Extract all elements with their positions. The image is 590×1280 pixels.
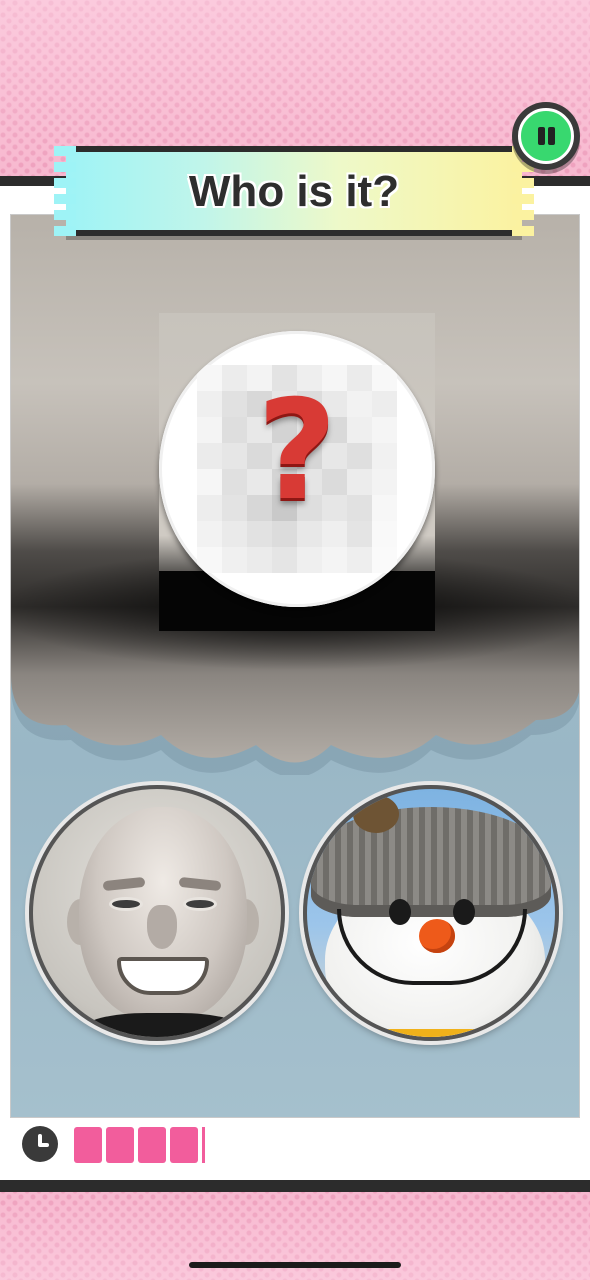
game-card: ?	[0, 176, 590, 1192]
mystery-mask: ?	[159, 331, 435, 607]
mystery-photo: ?	[159, 313, 435, 631]
man-nose	[147, 905, 177, 949]
question-mark-icon: ?	[256, 370, 338, 531]
timer-segment	[170, 1127, 198, 1163]
timer-segment	[74, 1127, 102, 1163]
timer-segment-partial	[202, 1127, 205, 1163]
home-indicator	[189, 1262, 401, 1268]
man-eye-left	[109, 897, 143, 911]
timer-row	[0, 1118, 590, 1170]
answer-choice-snowman[interactable]	[303, 785, 559, 1041]
pause-bar-right	[548, 127, 555, 145]
answer-choice-bald-man[interactable]	[29, 785, 285, 1041]
pause-bar-left	[538, 127, 545, 145]
title-banner: Who is it?	[54, 146, 534, 236]
timer-bar	[74, 1127, 574, 1163]
pause-button[interactable]	[512, 102, 580, 170]
timer-segment	[138, 1127, 166, 1163]
timer-segment	[106, 1127, 134, 1163]
man-shirt	[83, 1013, 243, 1037]
page-title: Who is it?	[188, 167, 400, 216]
clock-icon	[22, 1126, 58, 1162]
pause-icon	[518, 108, 574, 164]
snowman-knit-hat	[311, 807, 551, 917]
man-eye-right	[183, 897, 217, 911]
game-scene: ?	[10, 214, 580, 1118]
snowman-carrot-nose	[419, 919, 455, 953]
snowman-hat-pompom	[353, 795, 399, 833]
clock-hand-hour	[38, 1143, 49, 1147]
